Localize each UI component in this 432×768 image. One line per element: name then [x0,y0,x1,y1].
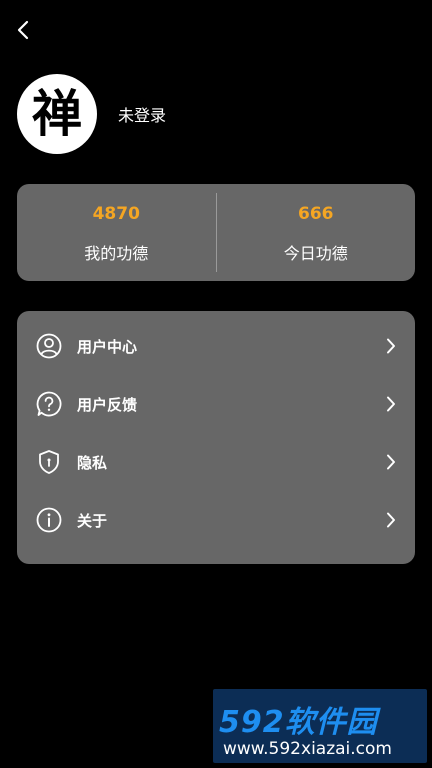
watermark-logo: 592软件园 [219,705,378,740]
stat-my-merit[interactable]: 4870 我的功德 [17,184,216,281]
menu-item-label: 用户反馈 [77,395,138,414]
stat-value: 4870 [92,204,140,224]
profile-header: 禅 未登录 [17,74,166,154]
menu-item-privacy[interactable]: 隐私 [17,433,415,491]
stat-today-merit[interactable]: 666 今日功德 [217,184,416,281]
chevron-right-icon [383,454,399,470]
menu-item-label: 隐私 [77,453,108,472]
menu-item-label: 用户中心 [77,337,138,356]
watermark-badge: 592软件园 www.592xiazai.com [213,689,427,763]
user-circle-icon [36,333,62,359]
login-status[interactable]: 未登录 [118,102,166,126]
stat-label: 今日功德 [283,244,348,263]
info-icon [36,507,62,533]
stats-card: 4870 我的功德 666 今日功德 [17,184,415,281]
menu-card: 用户中心 用户反馈 隐私 关于 [17,311,415,564]
watermark-url: www.592xiazai.com [223,739,392,759]
chevron-left-icon [17,20,29,40]
menu-item-about[interactable]: 关于 [17,491,415,549]
shield-icon [36,449,62,475]
stat-value: 666 [298,204,334,224]
avatar-glyph: 禅 [32,84,82,143]
chevron-right-icon [383,338,399,354]
menu-item-label: 关于 [77,511,108,530]
avatar[interactable]: 禅 [17,74,97,154]
chevron-right-icon [383,512,399,528]
question-bubble-icon [36,391,62,417]
chevron-right-icon [383,396,399,412]
back-button[interactable] [10,16,38,44]
stat-label: 我的功德 [84,244,149,263]
menu-item-feedback[interactable]: 用户反馈 [17,375,415,433]
menu-item-user-center[interactable]: 用户中心 [17,317,415,375]
